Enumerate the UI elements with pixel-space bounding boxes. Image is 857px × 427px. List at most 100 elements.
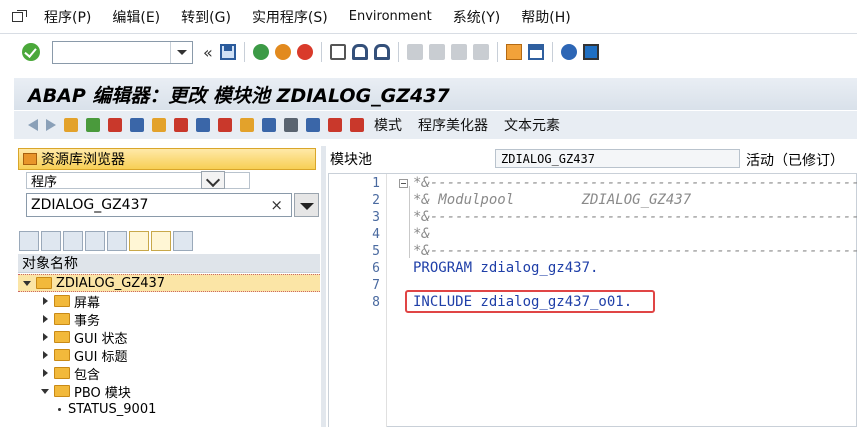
pattern-button[interactable]: 模式	[374, 115, 402, 135]
expand-toggle-icon[interactable]	[40, 332, 50, 342]
favorites-icon[interactable]	[151, 231, 171, 251]
chevron-down-icon[interactable]	[201, 171, 225, 189]
stop-icon[interactable]	[350, 118, 364, 132]
menu-help[interactable]: 帮助(H)	[521, 7, 570, 27]
command-field[interactable]	[52, 40, 193, 64]
text-elements-button[interactable]: 文本元素	[504, 115, 560, 135]
find-in-tree-icon[interactable]	[107, 231, 127, 251]
code-line[interactable]: PROGRAM zdialog_gz437.	[413, 260, 598, 276]
tree-node-label: 屏幕	[74, 295, 101, 311]
fold-collapse-icon[interactable]	[399, 179, 408, 188]
hierarchy-up-icon[interactable]	[129, 231, 149, 251]
exit-icon[interactable]	[274, 44, 291, 60]
next-object-icon[interactable]	[41, 231, 61, 251]
code-line[interactable]: *&--------------------------------------…	[413, 243, 857, 259]
application-toolbar: 模式 程序美化器 文本元素	[14, 111, 857, 139]
object-type-value: 程序	[31, 175, 58, 190]
tree-node-status-9001[interactable]: STATUS_9001	[18, 400, 320, 418]
expand-toggle-icon[interactable]	[40, 386, 50, 396]
enhancement-icon[interactable]	[218, 118, 232, 132]
tree-node-includes[interactable]: 包含	[18, 364, 320, 383]
activate-icon[interactable]	[108, 118, 122, 132]
code-line[interactable]: *&	[413, 226, 430, 242]
pretty-printer-button[interactable]: 程序美化器	[418, 115, 488, 135]
object-list-icon[interactable]	[174, 118, 188, 132]
layout-icon[interactable]	[284, 118, 298, 132]
line-number: 3	[372, 210, 380, 225]
help-icon[interactable]	[560, 44, 577, 60]
previous-object-icon[interactable]	[19, 231, 39, 251]
clear-icon[interactable]: ×	[270, 196, 283, 214]
tree-column-header: 对象名称	[18, 254, 320, 273]
enter-check-icon[interactable]	[22, 43, 40, 61]
menu-edit[interactable]: 编辑(E)	[112, 7, 160, 27]
object-name-dropdown-icon[interactable]	[294, 193, 319, 217]
object-name-input[interactable]: ZDIALOG_GZ437 ×	[26, 193, 292, 217]
expand-toggle-icon[interactable]	[40, 350, 50, 360]
line-number: 5	[372, 244, 380, 259]
print-icon[interactable]	[329, 44, 346, 60]
create-session-icon[interactable]	[505, 44, 522, 60]
refresh-icon[interactable]	[173, 231, 193, 251]
cancel-icon[interactable]	[296, 44, 313, 60]
leaf-bullet-icon	[58, 407, 61, 411]
shortcut-icon[interactable]	[527, 44, 544, 60]
display-change-icon[interactable]	[64, 118, 78, 132]
navigation-window-icon[interactable]	[196, 118, 210, 132]
tree-node-gui-title[interactable]: GUI 标题	[18, 346, 320, 365]
back-icon[interactable]	[252, 44, 269, 60]
menu-system[interactable]: 系统(Y)	[453, 7, 500, 27]
line-number: 8	[372, 295, 380, 310]
toolbar-separator	[320, 42, 322, 62]
previous-page-icon[interactable]	[428, 44, 445, 60]
menu-environment[interactable]: Environment	[349, 9, 432, 24]
menu-program[interactable]: 程序(P)	[44, 7, 91, 27]
menu-goto[interactable]: 转到(G)	[181, 7, 231, 27]
expand-toggle-icon[interactable]	[22, 278, 32, 288]
first-page-icon[interactable]	[406, 44, 423, 60]
hierarchy-icon[interactable]	[240, 118, 254, 132]
next-page-icon[interactable]	[450, 44, 467, 60]
tree-node-gui-status[interactable]: GUI 状态	[18, 328, 320, 347]
check-icon[interactable]	[86, 118, 100, 132]
find-next-icon[interactable]	[373, 44, 390, 60]
object-tree: ZDIALOG_GZ437 屏幕 事务 GUI 状态 GUI 标题 包含 PBO…	[18, 274, 320, 418]
folder-icon	[54, 313, 70, 325]
code-line[interactable]: *& Modulpool ZDIALOG_GZ437	[413, 192, 691, 208]
last-page-icon[interactable]	[472, 44, 489, 60]
repository-browser-icon	[23, 153, 37, 165]
info-icon[interactable]	[306, 118, 320, 132]
splitter[interactable]	[321, 146, 326, 427]
command-history-dropdown[interactable]	[170, 41, 192, 63]
breakpoint-icon[interactable]	[328, 118, 342, 132]
test-icon[interactable]	[130, 118, 144, 132]
folder-icon	[36, 277, 52, 289]
forward-arrow-icon[interactable]	[46, 119, 56, 131]
code-line[interactable]: *&--------------------------------------…	[413, 209, 857, 225]
code-line[interactable]: *&--------------------------------------…	[413, 175, 857, 191]
tree-node-program[interactable]: ZDIALOG_GZ437	[18, 274, 320, 292]
code-editor[interactable]: 1 2 3 4 5 6 7 8 *&----------------------…	[328, 173, 857, 427]
expand-toggle-icon[interactable]	[40, 296, 50, 306]
find-icon[interactable]	[351, 44, 368, 60]
tree-column-header-label: 对象名称	[22, 256, 78, 272]
menu-utilities[interactable]: 实用程序(S)	[252, 7, 328, 27]
tree-node-screens[interactable]: 屏幕	[18, 292, 320, 311]
expand-toggle-icon[interactable]	[40, 314, 50, 324]
expand-toggle-icon[interactable]	[40, 368, 50, 378]
indent-icon[interactable]	[262, 118, 276, 132]
tree-node-label: 事务	[74, 313, 101, 329]
line-number-gutter: 1 2 3 4 5 6 7 8	[329, 174, 387, 427]
customize-layout-icon[interactable]	[582, 44, 599, 60]
save-icon[interactable]	[219, 44, 236, 60]
where-used-icon[interactable]	[152, 118, 166, 132]
collapse-command-icon[interactable]: «	[203, 43, 213, 62]
tree-node-transactions[interactable]: 事务	[18, 310, 320, 329]
tree-node-pbo-modules[interactable]: PBO 模块	[18, 382, 320, 401]
title-bar: ABAP 编辑器：更改 模块池 ZDIALOG_GZ437	[14, 78, 857, 110]
collapse-all-icon[interactable]	[85, 231, 105, 251]
repository-browser-header[interactable]: 资源库浏览器	[18, 148, 316, 170]
system-menu-icon[interactable]	[12, 9, 30, 24]
expand-all-icon[interactable]	[63, 231, 83, 251]
back-arrow-icon[interactable]	[28, 119, 38, 131]
